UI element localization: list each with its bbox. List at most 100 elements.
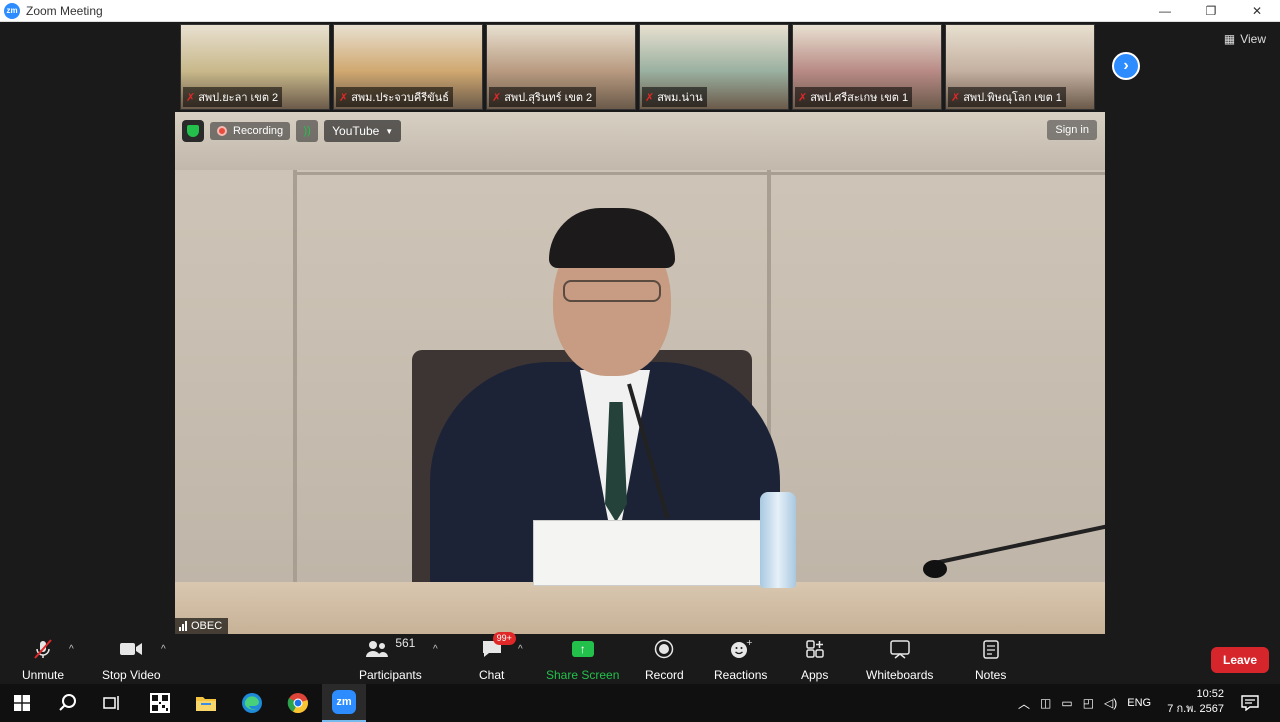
zoom-taskbar-app[interactable]: zm: [322, 684, 366, 722]
chat-bubble-icon: 99+: [481, 632, 516, 660]
restore-button[interactable]: ❐: [1188, 0, 1234, 22]
participants-label: Participants: [359, 668, 422, 682]
smiley-plus-icon: +: [730, 638, 752, 660]
participant-thumbnail[interactable]: ✗ สพม.น่าน: [639, 24, 789, 110]
desk: [175, 582, 1105, 634]
reactions-label: Reactions: [714, 668, 768, 682]
next-page-button[interactable]: ›: [1112, 52, 1140, 80]
speaker-name-tag: OBEC: [175, 618, 229, 634]
chat-label: Chat: [479, 668, 505, 682]
chrome-browser-icon[interactable]: [276, 684, 320, 722]
svg-text:+: +: [746, 639, 752, 647]
water-bottle: [760, 492, 796, 588]
view-label: View: [1240, 32, 1266, 46]
close-button[interactable]: ✕: [1234, 0, 1280, 22]
grid-icon: ▦: [1223, 32, 1236, 46]
thumbnail-name: สพป.ยะลา เขต 2: [198, 92, 279, 104]
whiteboard-icon: [889, 638, 911, 660]
minimize-button[interactable]: —: [1142, 0, 1188, 22]
windows-start-icon[interactable]: [0, 684, 44, 722]
notes-label: Notes: [975, 668, 1007, 682]
clock-date: 7 ก.พ. 2567: [1167, 703, 1224, 715]
thumbnail-name: สพป.สุรินทร์ เขต 2: [504, 92, 593, 104]
signal-strength-icon: [179, 621, 187, 631]
apps-button[interactable]: Apps: [801, 638, 828, 682]
task-view-icon[interactable]: [90, 684, 134, 722]
recording-label: Recording: [233, 125, 284, 137]
clock-time: 10:52: [1196, 688, 1224, 700]
share-screen-button[interactable]: ↑ Share Screen: [546, 638, 619, 682]
security-shield-icon[interactable]: [182, 120, 204, 142]
meeting-status-overlay: Recording )) YouTube ▼: [182, 120, 402, 142]
file-explorer-icon[interactable]: [184, 684, 228, 722]
speaker-hair: [549, 208, 675, 268]
microphone-muted-icon: ✗: [339, 91, 349, 104]
active-speaker-video[interactable]: Recording )) YouTube ▼ Sign in OBEC: [175, 112, 1105, 634]
meeting-toolbar: Unmute ^ Stop Video ^ 561 Participants ^…: [0, 632, 1280, 684]
record-icon: [654, 638, 674, 660]
participant-thumbnail[interactable]: ✗ สพป.สุรินทร์ เขต 2: [486, 24, 636, 110]
whiteboards-button[interactable]: Whiteboards: [866, 638, 933, 682]
participants-button[interactable]: 561 Participants: [359, 636, 422, 682]
wall-panel-line: [293, 170, 297, 590]
participant-thumbnail[interactable]: ✗ สพม.ประจวบคีรีขันธ์: [333, 24, 483, 110]
participant-thumbnail[interactable]: ✗ สพป.ยะลา เขต 2: [180, 24, 330, 110]
sign-in-button[interactable]: Sign in: [1047, 120, 1097, 140]
youtube-stream-dropdown[interactable]: YouTube ▼: [324, 120, 402, 142]
notification-center-icon[interactable]: [1228, 684, 1272, 722]
audio-options-caret[interactable]: ^: [69, 644, 74, 655]
gallery-strip: ✗ สพป.ยะลา เขต 2 ✗ สพม.ประจวบคีรีขันธ์ ✗ สพป.…: [180, 24, 1095, 110]
share-screen-label: Share Screen: [546, 668, 620, 682]
video-camera-icon: [119, 638, 143, 660]
meeting-area: ✗ สพป.ยะลา เขต 2 ✗ สพม.ประจวบคีรีขันธ์ ✗ สพป.…: [0, 22, 1280, 634]
participants-count: 561: [395, 636, 416, 650]
caret-down-icon: ▼: [385, 126, 394, 136]
system-clock[interactable]: 10:52 7 ก.พ. 2567: [1167, 687, 1224, 717]
volume-icon[interactable]: ◁): [1104, 696, 1117, 710]
meet-now-icon[interactable]: ◫: [1040, 696, 1051, 710]
microphone-muted-icon: [32, 638, 54, 660]
video-options-caret[interactable]: ^: [161, 644, 166, 655]
participant-thumbnail[interactable]: ✗ สพป.ศรีสะเกษ เขต 1: [792, 24, 942, 110]
youtube-label: YouTube: [332, 124, 380, 138]
reactions-button[interactable]: + Reactions: [714, 638, 767, 682]
microphone-muted-icon: ✗: [186, 91, 196, 104]
speaker-name: OBEC: [191, 620, 223, 632]
thumbnail-name: สพป.พิษณุโลก เขต 1: [963, 92, 1062, 104]
record-label: Record: [645, 668, 684, 682]
system-tray: ︿ ◫ ▭ ◰ ◁) ENG: [1018, 684, 1151, 722]
participant-thumbnail[interactable]: ✗ สพป.พิษณุโลก เขต 1: [945, 24, 1095, 110]
leave-button[interactable]: Leave: [1211, 647, 1269, 673]
unmute-button[interactable]: Unmute: [22, 638, 64, 682]
participants-options-caret[interactable]: ^: [433, 644, 438, 655]
input-language[interactable]: ENG: [1127, 697, 1151, 709]
apps-label: Apps: [801, 668, 829, 682]
view-button[interactable]: ▦ View: [1224, 32, 1266, 46]
record-button[interactable]: Record: [645, 638, 684, 682]
stop-video-button[interactable]: Stop Video: [102, 638, 161, 682]
battery-icon[interactable]: ▭: [1061, 696, 1072, 710]
thumbnail-name-tag: ✗ สพป.พิษณุโลก เขต 1: [948, 87, 1066, 107]
chevron-up-icon[interactable]: ︿: [1018, 695, 1030, 712]
thumbnail-name: สพป.ศรีสะเกษ เขต 1: [810, 92, 909, 104]
live-stream-icon[interactable]: )): [296, 120, 319, 142]
thumbnail-name: สพม.ประจวบคีรีขันธ์: [351, 92, 449, 104]
nameplate: [533, 520, 765, 586]
thumbnail-name-tag: ✗ สพม.ประจวบคีรีขันธ์: [336, 87, 453, 107]
chat-button[interactable]: 99+ Chat: [479, 632, 516, 682]
whiteboards-label: Whiteboards: [866, 668, 934, 682]
apps-icon: [805, 638, 825, 660]
search-icon[interactable]: [46, 684, 90, 722]
edge-browser-icon[interactable]: [230, 684, 274, 722]
participants-icon: 561: [365, 636, 416, 660]
microphone-muted-icon: ✗: [798, 91, 808, 104]
network-icon[interactable]: ◰: [1083, 696, 1094, 710]
zoom-app-icon: zm: [332, 690, 356, 714]
thumbnail-name-tag: ✗ สพป.สุรินทร์ เขต 2: [489, 87, 597, 107]
qr-app-icon[interactable]: [138, 684, 182, 722]
chat-options-caret[interactable]: ^: [518, 644, 523, 655]
recording-indicator[interactable]: Recording: [210, 122, 291, 140]
wall-panel-line: [297, 172, 1105, 175]
thumbnail-name-tag: ✗ สพป.ยะลา เขต 2: [183, 87, 283, 107]
notes-button[interactable]: Notes: [975, 638, 1006, 682]
